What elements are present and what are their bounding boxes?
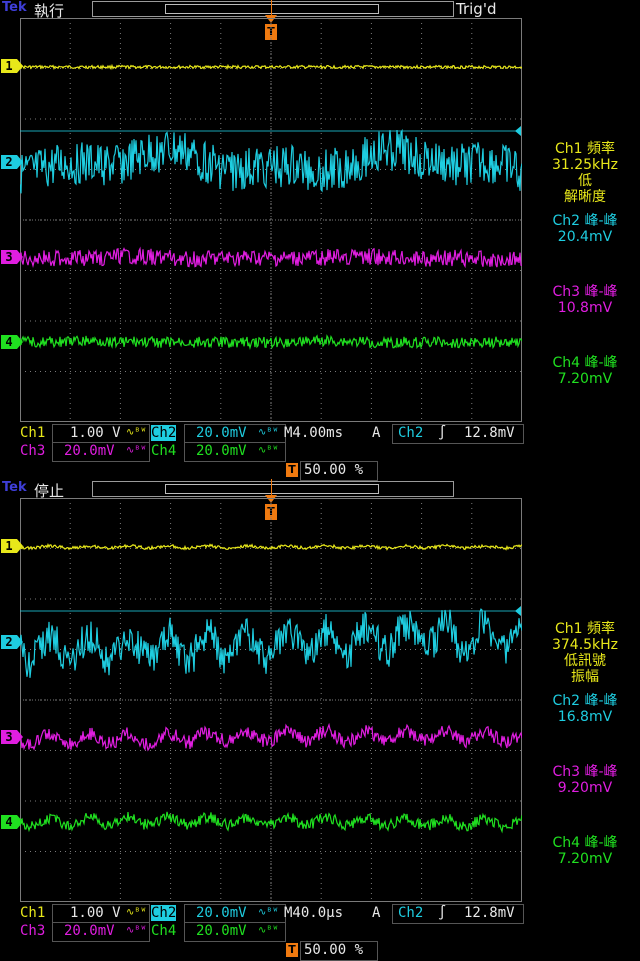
measurement-note: 低 bbox=[578, 173, 592, 189]
bandwidth-limit-icon: ∿ᴮᵂ bbox=[258, 445, 279, 456]
bandwidth-limit-icon: ∿ᴮᵂ bbox=[126, 427, 147, 438]
trigger-slope-icon: ∫ bbox=[438, 425, 447, 441]
ch4-label[interactable]: Ch4 bbox=[151, 443, 176, 459]
ch2-label[interactable]: Ch2 bbox=[151, 425, 177, 441]
waveform-display bbox=[20, 498, 522, 902]
ch3-scale: 20.0mV bbox=[64, 443, 115, 459]
tek-logo: Tek bbox=[2, 480, 27, 495]
measurement-label: Ch2 峰-峰 bbox=[552, 693, 618, 709]
trigger-level: 12.8mV bbox=[464, 905, 515, 921]
horizontal-position: 50.00 % bbox=[304, 462, 364, 478]
ch1-label[interactable]: Ch1 bbox=[20, 425, 45, 441]
ch3-scale: 20.0mV bbox=[64, 923, 115, 939]
measurement-ch4-pkpk: Ch4 峰-峰 7.20mV bbox=[530, 355, 640, 387]
measurement-label: Ch1 頻率 bbox=[554, 621, 615, 637]
ch2-label[interactable]: Ch2 bbox=[151, 905, 177, 921]
trigger-source: Ch2 bbox=[398, 425, 424, 441]
measurement-note: 振幅 bbox=[571, 669, 599, 685]
horizontal-position: 50.00 % bbox=[304, 942, 364, 958]
graticule bbox=[20, 498, 522, 902]
measurement-value: 9.20mV bbox=[557, 780, 613, 796]
ch2-scale: 20.0mV bbox=[196, 905, 247, 921]
trigger-state: Trig'd bbox=[456, 0, 497, 18]
measurement-value: 20.4mV bbox=[557, 229, 613, 245]
record-view-window bbox=[165, 484, 379, 494]
record-view-window bbox=[165, 4, 379, 14]
ch1-ground-marker[interactable]: 1 bbox=[1, 59, 23, 73]
measurement-ch2-pkpk: Ch2 峰-峰 16.8mV bbox=[530, 693, 640, 725]
measurement-ch1-frequency: Ch1 頻率 374.5kHz 低訊號 振幅 bbox=[530, 621, 640, 685]
measurement-note: 低訊號 bbox=[564, 653, 606, 669]
measurement-label: Ch4 峰-峰 bbox=[552, 355, 618, 371]
measurement-label: Ch3 峰-峰 bbox=[552, 764, 618, 780]
scope-panel-top: Tek 執行 Trig'd T 1 2 3 4 Ch1 頻率 31.25kHz … bbox=[0, 0, 640, 481]
ch4-label[interactable]: Ch4 bbox=[151, 923, 176, 939]
ch4-ground-marker[interactable]: 4 bbox=[1, 335, 23, 349]
measurement-ch3-pkpk: Ch3 峰-峰 10.8mV bbox=[530, 284, 640, 316]
ch4-scale: 20.0mV bbox=[196, 923, 247, 939]
timebase[interactable]: M4.00ms bbox=[284, 425, 343, 441]
trigger-level: 12.8mV bbox=[464, 425, 515, 441]
trigger-source: Ch2 bbox=[398, 905, 424, 921]
ch3-label[interactable]: Ch3 bbox=[20, 923, 45, 939]
bandwidth-limit-icon: ∿ᴮᵂ bbox=[126, 925, 147, 936]
ch2-ground-marker[interactable]: 2 bbox=[1, 635, 23, 649]
measurement-value: 7.20mV bbox=[557, 371, 613, 387]
ch4-ground-marker[interactable]: 4 bbox=[1, 815, 23, 829]
ch3-ground-marker[interactable]: 3 bbox=[1, 730, 23, 744]
ch1-ground-marker[interactable]: 1 bbox=[1, 539, 23, 553]
ch2-ground-marker[interactable]: 2 bbox=[1, 155, 23, 169]
measurement-label: Ch2 峰-峰 bbox=[552, 213, 618, 229]
measurement-value: 31.25kHz bbox=[551, 157, 619, 173]
tek-logo: Tek bbox=[2, 0, 27, 15]
trigger-mode: A bbox=[372, 905, 381, 921]
measurement-note: 解晰度 bbox=[564, 189, 606, 205]
bandwidth-limit-icon: ∿ᴮᵂ bbox=[258, 907, 279, 918]
trigger-mode: A bbox=[372, 425, 381, 441]
measurement-value: 10.8mV bbox=[557, 300, 613, 316]
measurement-ch4-pkpk: Ch4 峰-峰 7.20mV bbox=[530, 835, 640, 867]
ch1-label[interactable]: Ch1 bbox=[20, 905, 45, 921]
trigger-level-arrow-icon bbox=[515, 606, 521, 616]
ch3-ground-marker[interactable]: 3 bbox=[1, 250, 23, 264]
ch1-scale: 1.00 V bbox=[70, 905, 121, 921]
measurement-ch3-pkpk: Ch3 峰-峰 9.20mV bbox=[530, 764, 640, 796]
measurement-value: 374.5kHz bbox=[551, 637, 619, 653]
bandwidth-limit-icon: ∿ᴮᵂ bbox=[258, 925, 279, 936]
measurement-ch2-pkpk: Ch2 峰-峰 20.4mV bbox=[530, 213, 640, 245]
measurement-label: Ch4 峰-峰 bbox=[552, 835, 618, 851]
scope-panel-bottom: Tek 停止 T 1 2 3 4 Ch1 頻率 374.5kHz 低訊號 振幅 … bbox=[0, 479, 640, 961]
ch4-trace bbox=[20, 334, 522, 351]
trigger-slope-icon: ∫ bbox=[438, 905, 447, 921]
bandwidth-limit-icon: ∿ᴮᵂ bbox=[258, 427, 279, 438]
bandwidth-limit-icon: ∿ᴮᵂ bbox=[126, 907, 147, 918]
bandwidth-limit-icon: ∿ᴮᵂ bbox=[126, 445, 147, 456]
waveform-display bbox=[20, 18, 522, 422]
ch1-scale: 1.00 V bbox=[70, 425, 121, 441]
measurement-label: Ch1 頻率 bbox=[554, 141, 615, 157]
ch2-scale: 20.0mV bbox=[196, 425, 247, 441]
graticule bbox=[20, 18, 522, 422]
trigger-position-icon: T bbox=[286, 943, 298, 957]
ch4-scale: 20.0mV bbox=[196, 443, 247, 459]
trigger-position-icon: T bbox=[286, 463, 298, 477]
measurement-value: 16.8mV bbox=[557, 709, 613, 725]
ch3-label[interactable]: Ch3 bbox=[20, 443, 45, 459]
measurement-value: 7.20mV bbox=[557, 851, 613, 867]
measurement-label: Ch3 峰-峰 bbox=[552, 284, 618, 300]
timebase[interactable]: M40.0µs bbox=[284, 905, 343, 921]
trigger-level-arrow-icon bbox=[515, 126, 521, 136]
measurement-ch1-frequency: Ch1 頻率 31.25kHz 低 解晰度 bbox=[530, 141, 640, 205]
